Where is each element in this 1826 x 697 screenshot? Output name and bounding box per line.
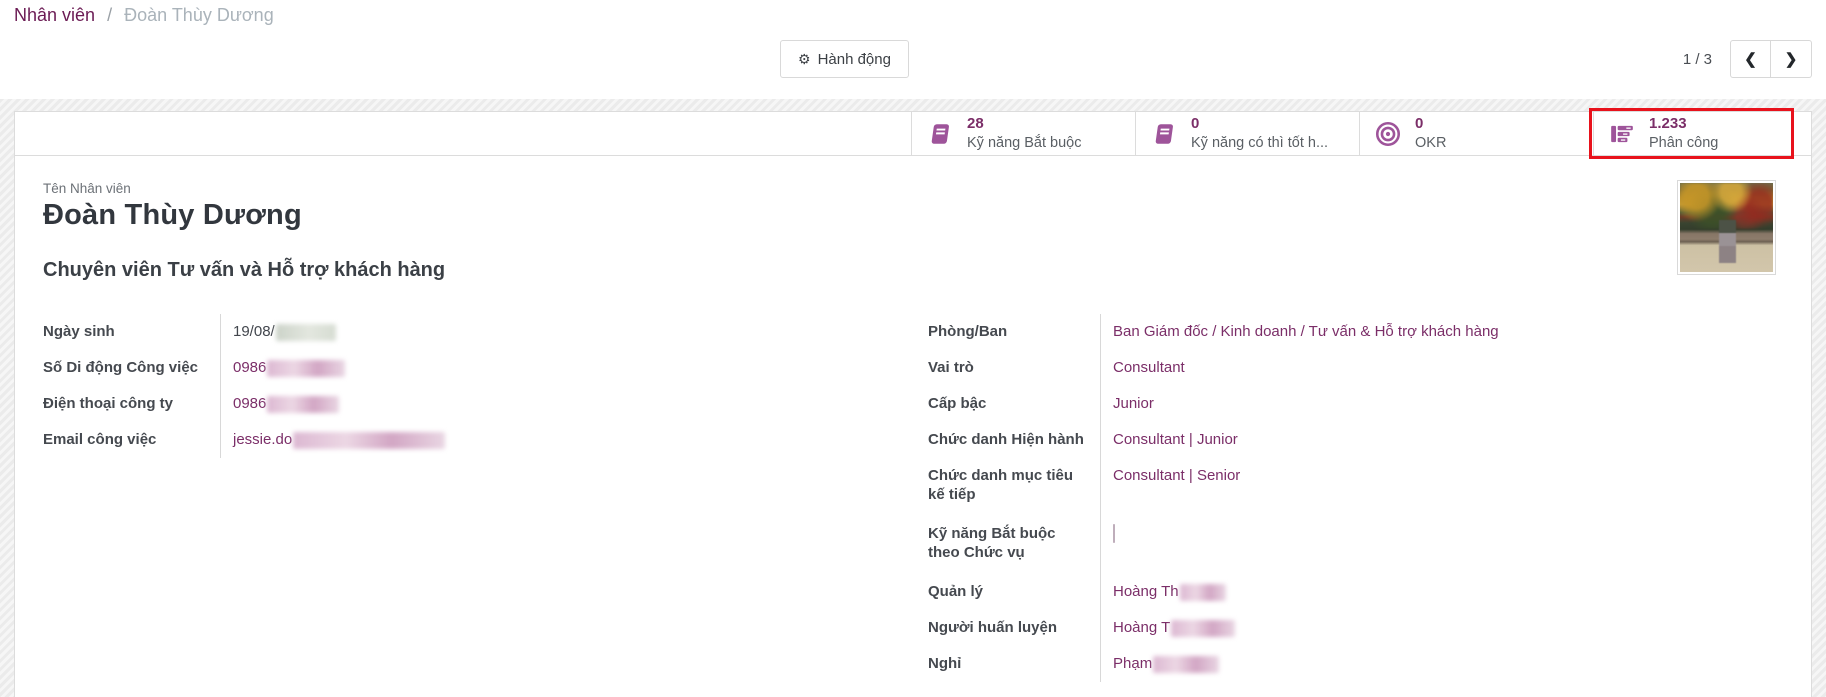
stat-value: 0 bbox=[1191, 114, 1328, 134]
stat-label: Kỹ năng Bắt buộc bbox=[967, 134, 1081, 153]
field-row-coach: Người huấn luyện Hoàng T bbox=[928, 610, 1783, 646]
work-email-value: jessie.do bbox=[220, 422, 928, 458]
action-button-label: Hành động bbox=[818, 51, 891, 68]
field-row-required-skills-by-position: Kỹ năng Bắt buộc theo Chức vụ bbox=[928, 516, 1783, 574]
birthday-value: 19/08/ bbox=[220, 314, 928, 350]
required-skills-checkbox-cell bbox=[1100, 516, 1783, 574]
stat-value: 28 bbox=[967, 114, 1081, 134]
redacted-blur bbox=[267, 396, 339, 413]
field-row-rank: Cấp bậc Junior bbox=[928, 386, 1783, 422]
action-button[interactable]: ⚙ Hành động bbox=[780, 40, 909, 78]
field-label: Số Di động Công việc bbox=[43, 350, 220, 386]
form-sheet: 28 Kỹ năng Bắt buộc bbox=[14, 111, 1812, 697]
redacted-blur bbox=[1153, 656, 1219, 673]
field-label: Người huấn luyện bbox=[928, 610, 1100, 646]
stat-label: OKR bbox=[1415, 134, 1446, 153]
field-row-department: Phòng/Ban Ban Giám đốc / Kinh doanh / Tư… bbox=[928, 314, 1783, 350]
pager-next-button[interactable]: ❯ bbox=[1771, 40, 1812, 78]
stat-button-assignments[interactable]: 1.233 Phân công bbox=[1593, 112, 1790, 155]
field-label: Quản lý bbox=[928, 574, 1100, 610]
breadcrumb-current: Đoàn Thùy Dương bbox=[124, 5, 274, 25]
field-row-manager: Quản lý Hoàng Th bbox=[928, 574, 1783, 610]
gear-icon: ⚙ bbox=[798, 52, 811, 66]
manager-value: Hoàng Th bbox=[1100, 574, 1783, 610]
employee-form-page: Nhân viên / Đoàn Thùy Dương ⚙ Hành động … bbox=[0, 0, 1826, 697]
content-background: 28 Kỹ năng Bắt buộc bbox=[0, 99, 1826, 697]
rank-value: Junior bbox=[1100, 386, 1783, 422]
stat-label: Phân công bbox=[1649, 134, 1718, 153]
field-row-role: Vai trò Consultant bbox=[928, 350, 1783, 386]
field-row-next-title: Chức danh mục tiêu kế tiếp Consultant | … bbox=[928, 458, 1783, 516]
chevron-left-icon: ❮ bbox=[1744, 50, 1757, 68]
field-label: Nghỉ bbox=[928, 646, 1100, 682]
field-row-work-mobile: Số Di động Công việc 0986 bbox=[43, 350, 928, 386]
title-block: Tên Nhân viên Đoàn Thùy Dương Chuyên viê… bbox=[15, 156, 1811, 282]
right-field-group: Phòng/Ban Ban Giám đốc / Kinh doanh / Tư… bbox=[928, 314, 1783, 682]
target-icon bbox=[1374, 120, 1402, 148]
field-label: Chức danh Hiện hành bbox=[928, 422, 1100, 458]
employee-name-label: Tên Nhân viên bbox=[43, 181, 1783, 196]
redacted-blur bbox=[276, 324, 336, 341]
field-row-work-email: Email công việc jessie.do bbox=[43, 422, 928, 458]
field-row-work-phone: Điện thoại công ty 0986 bbox=[43, 386, 928, 422]
book-icon bbox=[926, 120, 954, 148]
field-groups: Ngày sinh 19/08/ Số Di động Công việc 09… bbox=[15, 314, 1811, 682]
chevron-right-icon: ❯ bbox=[1785, 50, 1798, 68]
field-label: Cấp bậc bbox=[928, 386, 1100, 422]
field-label: Vai trò bbox=[928, 350, 1100, 386]
stat-button-bar: 28 Kỹ năng Bắt buộc bbox=[15, 112, 1811, 156]
stat-value: 1.233 bbox=[1649, 114, 1718, 134]
role-value: Consultant bbox=[1100, 350, 1783, 386]
photo-person-blur bbox=[1719, 220, 1736, 263]
work-mobile-value: 0986 bbox=[220, 350, 928, 386]
next-title-value: Consultant | Senior bbox=[1100, 458, 1783, 516]
current-title-value: Consultant | Junior bbox=[1100, 422, 1783, 458]
field-label: Email công việc bbox=[43, 422, 220, 458]
required-skills-checkbox[interactable] bbox=[1113, 524, 1115, 543]
pager-buttons: ❮ ❯ bbox=[1730, 40, 1812, 78]
employee-photo[interactable] bbox=[1677, 180, 1776, 275]
stat-label: Kỹ năng có thì tốt h... bbox=[1191, 134, 1328, 153]
field-label: Chức danh mục tiêu kế tiếp bbox=[928, 458, 1100, 516]
field-row-current-title: Chức danh Hiện hành Consultant | Junior bbox=[928, 422, 1783, 458]
stat-button-nice-to-have-skills[interactable]: 0 Kỹ năng có thì tốt h... bbox=[1135, 112, 1359, 155]
field-row-birthday: Ngày sinh 19/08/ bbox=[43, 314, 928, 350]
coach-value: Hoàng T bbox=[1100, 610, 1783, 646]
book-icon bbox=[1150, 120, 1178, 148]
breadcrumb-parent-link[interactable]: Nhân viên bbox=[14, 5, 95, 25]
control-panel: Nhân viên / Đoàn Thùy Dương ⚙ Hành động … bbox=[0, 0, 1826, 99]
employee-job-title: Chuyên viên Tư vấn và Hỗ trợ khách hàng bbox=[43, 259, 1783, 282]
assignments-icon bbox=[1608, 120, 1636, 148]
employee-name: Đoàn Thùy Dương bbox=[43, 199, 1783, 232]
time-off-value: Phạm bbox=[1100, 646, 1783, 682]
redacted-blur bbox=[267, 360, 345, 377]
redacted-blur bbox=[1171, 620, 1235, 637]
field-label: Điện thoại công ty bbox=[43, 386, 220, 422]
breadcrumb: Nhân viên / Đoàn Thùy Dương bbox=[14, 5, 274, 26]
work-phone-value: 0986 bbox=[220, 386, 928, 422]
field-label: Phòng/Ban bbox=[928, 314, 1100, 350]
redacted-blur bbox=[1180, 584, 1226, 601]
pager-counter: 1 / 3 bbox=[1683, 51, 1712, 68]
department-value: Ban Giám đốc / Kinh doanh / Tư vấn & Hỗ … bbox=[1100, 314, 1783, 350]
breadcrumb-separator: / bbox=[107, 5, 112, 25]
field-row-time-off: Nghỉ Phạm bbox=[928, 646, 1783, 682]
redacted-blur bbox=[293, 432, 445, 449]
stat-button-required-skills[interactable]: 28 Kỹ năng Bắt buộc bbox=[911, 112, 1135, 155]
field-label: Kỹ năng Bắt buộc theo Chức vụ bbox=[928, 516, 1100, 574]
stat-value: 0 bbox=[1415, 114, 1446, 134]
photo-image bbox=[1680, 183, 1773, 272]
pager-previous-button[interactable]: ❮ bbox=[1730, 40, 1771, 78]
left-field-group: Ngày sinh 19/08/ Số Di động Công việc 09… bbox=[43, 314, 928, 458]
pager: 1 / 3 ❮ ❯ bbox=[1683, 40, 1812, 78]
field-label: Ngày sinh bbox=[43, 314, 220, 350]
stat-button-okr[interactable]: 0 OKR bbox=[1359, 112, 1593, 155]
